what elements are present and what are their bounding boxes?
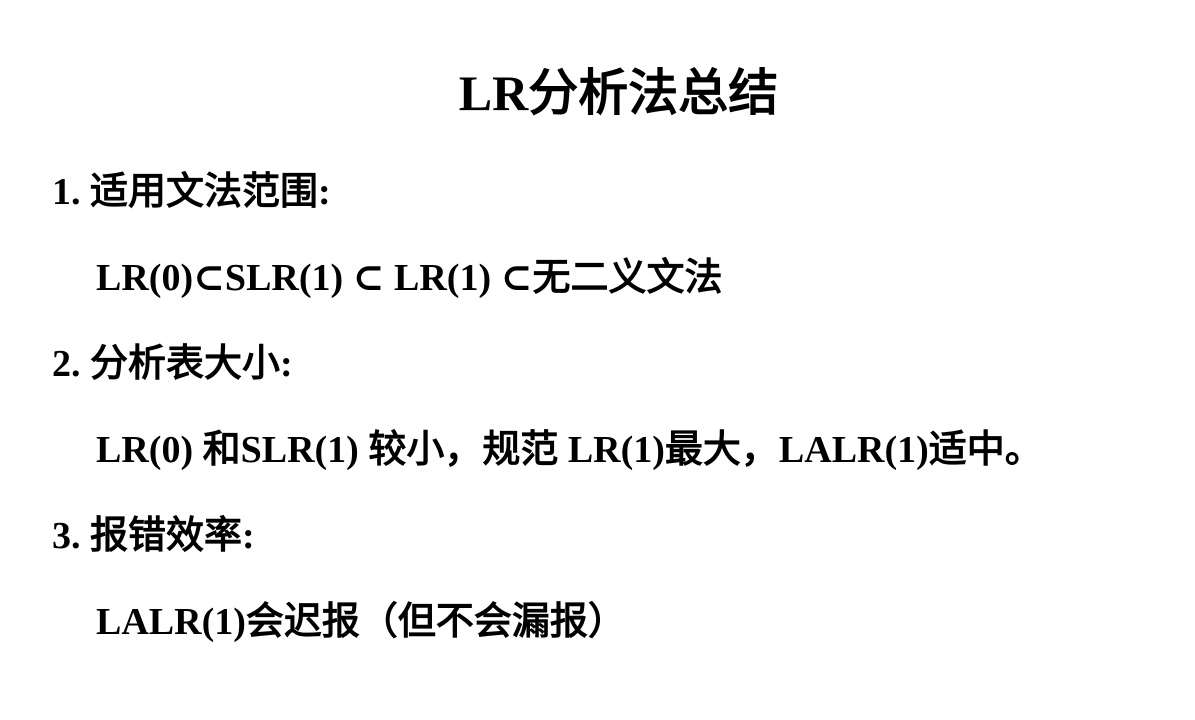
- slide: LR分析法总结 1. 适用文法范围: LR(0)⊂SLR(1) ⊂ LR(1) …: [0, 0, 1195, 720]
- item-heading-table-size: 2. 分析表大小:: [52, 343, 293, 385]
- slide-title: LR分析法总结: [458, 65, 779, 121]
- item-body-error-efficiency: LALR(1)会迟报（但不会漏报）: [96, 601, 626, 643]
- item-heading-grammar-scope: 1. 适用文法范围:: [52, 171, 331, 213]
- item-body-grammar-scope: LR(0)⊂SLR(1) ⊂ LR(1) ⊂无二义文法: [96, 257, 723, 299]
- item-heading-error-efficiency: 3. 报错效率:: [52, 515, 255, 557]
- item-body-table-size: LR(0) 和SLR(1) 较小，规范 LR(1)最大，LALR(1)适中。: [96, 429, 1043, 471]
